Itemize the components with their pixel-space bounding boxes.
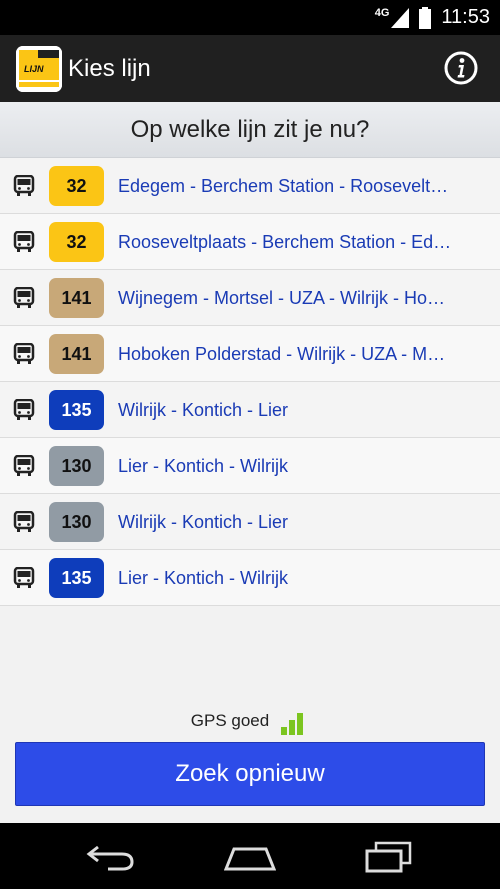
line-route[interactable]: Wilrijk - Kontich - Lier (118, 494, 470, 550)
line-row[interactable]: 32 Edegem - Berchem Station - Roosevelt… (0, 158, 500, 214)
search-again-button[interactable]: Zoek opnieuw (15, 742, 485, 806)
line-route[interactable]: Edegem - Berchem Station - Roosevelt… (118, 158, 470, 214)
navigation-bar (0, 823, 500, 889)
section-heading: Op welke lijn zit je nu? (0, 102, 500, 158)
bus-icon (13, 455, 35, 476)
line-row[interactable]: 141 Wijnegem - Mortsel - UZA - Wilrijk - … (0, 270, 500, 326)
gps-label: GPS goed (190, 711, 270, 730)
recents-icon[interactable] (364, 841, 414, 873)
signal-icon (391, 7, 410, 28)
line-number-badge: 130 (49, 446, 104, 486)
line-number-badge: 135 (49, 390, 104, 430)
battery-icon (419, 6, 432, 29)
line-route[interactable]: Lier - Kontich - Wilrijk (118, 550, 470, 606)
svg-text:LIJN: LIJN (24, 64, 44, 74)
bus-icon (13, 343, 35, 364)
lijn-logo-icon: LIJN (16, 45, 62, 92)
line-number-badge: 32 (49, 222, 104, 262)
bus-icon (13, 287, 35, 308)
info-icon[interactable] (444, 51, 478, 85)
bus-icon (13, 511, 35, 532)
line-route[interactable]: Wijnegem - Mortsel - UZA - Wilrijk - Ho… (118, 270, 470, 326)
bus-icon (13, 175, 35, 196)
signal-bars-icon (281, 713, 304, 735)
line-number-badge: 135 (49, 558, 104, 598)
line-row[interactable]: 32 Rooseveltplaats - Berchem Station - Ed… (0, 214, 500, 270)
clock: 11:53 (441, 6, 490, 28)
bus-icon (13, 231, 35, 252)
page-title: Kies lijn (68, 54, 151, 82)
network-type: 4G (374, 6, 390, 19)
home-icon[interactable] (224, 843, 276, 871)
line-number-badge: 141 (49, 334, 104, 374)
line-row[interactable]: 141 Hoboken Polderstad - Wilrijk - UZA - … (0, 326, 500, 382)
line-number-badge: 32 (49, 166, 104, 206)
gps-status: GPS goed (0, 704, 500, 738)
app-bar: LIJN Kies lijn (0, 35, 500, 102)
line-list: 32 Edegem - Berchem Station - Roosevelt… 3… (0, 158, 500, 606)
line-row[interactable]: 135 Wilrijk - Kontich - Lier (0, 382, 500, 438)
line-route[interactable]: Wilrijk - Kontich - Lier (118, 382, 470, 438)
line-route[interactable]: Rooseveltplaats - Berchem Station - Ed… (118, 214, 470, 270)
line-number-badge: 130 (49, 502, 104, 542)
bus-icon (13, 399, 35, 420)
line-route[interactable]: Hoboken Polderstad - Wilrijk - UZA - M… (118, 326, 470, 382)
line-row[interactable]: 130 Wilrijk - Kontich - Lier (0, 494, 500, 550)
line-number-badge: 141 (49, 278, 104, 318)
line-row[interactable]: 130 Lier - Kontich - Wilrijk (0, 438, 500, 494)
bus-icon (13, 567, 35, 588)
line-row[interactable]: 135 Lier - Kontich - Wilrijk (0, 550, 500, 606)
back-icon[interactable] (86, 843, 136, 871)
status-bar: 4G 11:53 (0, 0, 500, 35)
app-logo[interactable]: LIJN (16, 45, 62, 92)
line-route[interactable]: Lier - Kontich - Wilrijk (118, 438, 470, 494)
